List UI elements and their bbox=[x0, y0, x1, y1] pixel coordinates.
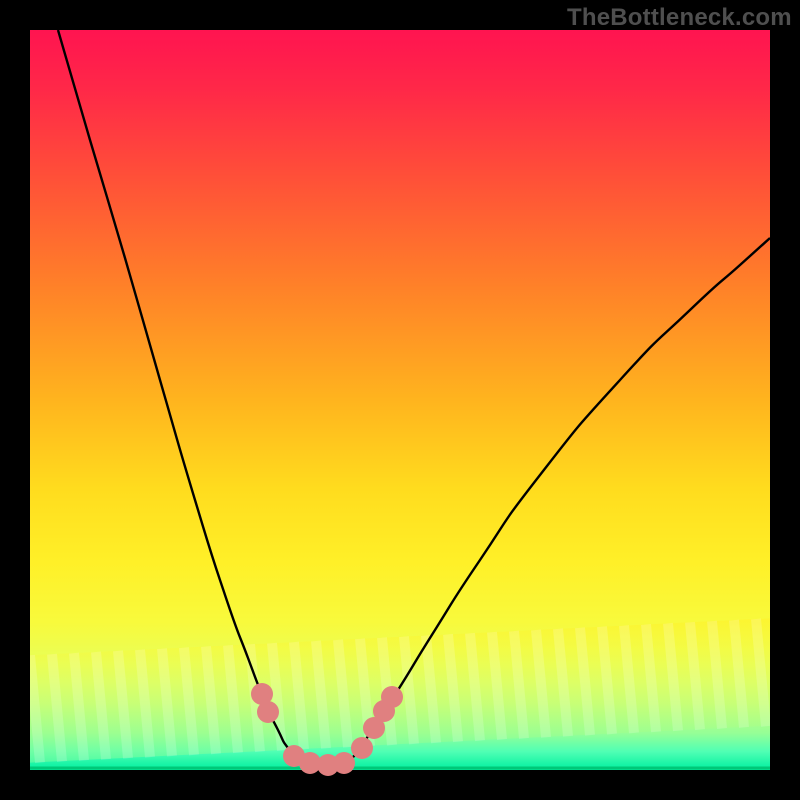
watermark-text: TheBottleneck.com bbox=[567, 4, 792, 32]
bottleneck-chart bbox=[0, 0, 800, 800]
curve-marker bbox=[351, 737, 373, 759]
curve-marker bbox=[257, 701, 279, 723]
curve-marker bbox=[333, 752, 355, 774]
outer-frame: TheBottleneck.com bbox=[0, 0, 800, 800]
curve-marker bbox=[381, 686, 403, 708]
